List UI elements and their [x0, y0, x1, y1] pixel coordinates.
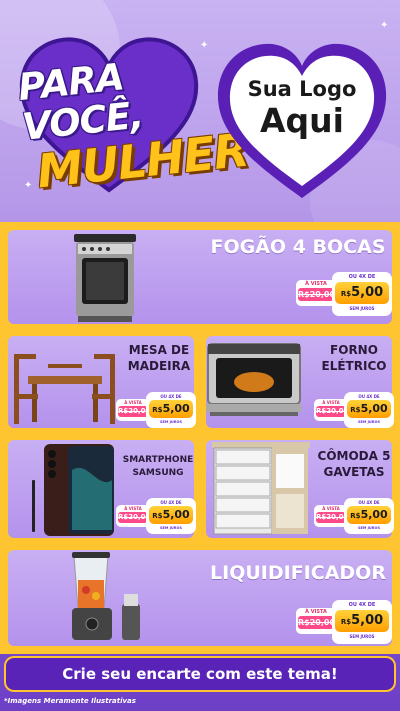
- installment-box: OU 4X DE R$5,00 SEM JUROS: [146, 392, 196, 428]
- product-name: FOGÃO 4 BOCAS: [210, 236, 386, 258]
- old-price: R$20,00: [298, 288, 336, 301]
- flyer-page: PARA VOCÊ, MULHER Sua Logo Aqui ✦ ✦ ✦ FO…: [0, 0, 400, 711]
- dresser-icon: [212, 442, 310, 535]
- no-interest-label: SEM JUROS: [349, 306, 375, 311]
- price-tag: À VISTA R$20,00 OU 4X DE R$5,00 SEM JURO…: [296, 600, 392, 646]
- old-price: R$20,00: [298, 616, 336, 629]
- installment-box: OU 4X DE R$5,00 SEM JUROS: [332, 600, 392, 644]
- stove-icon: [74, 234, 136, 322]
- installments-label: OU 4X DE: [358, 500, 380, 505]
- headline: PARA VOCÊ, MULHER: [16, 48, 251, 198]
- old-price: R$20,00: [118, 512, 151, 523]
- product-name: SMARTPHONE SAMSUNG: [122, 455, 194, 478]
- product-card-oven[interactable]: FORNO ELÉTRICO À VISTA R$20,00 OU 4X DE R…: [202, 332, 396, 432]
- cash-price-box: À VISTA R$20,00: [314, 399, 348, 421]
- installment-price: R$5,00: [149, 400, 193, 418]
- installment-box: OU 4X DE R$5,00 SEM JUROS: [344, 498, 394, 534]
- installment-price: R$5,00: [335, 610, 389, 632]
- no-interest-label: SEM JUROS: [358, 526, 380, 530]
- product-name: FORNO ELÉTRICO: [321, 343, 387, 373]
- cash-label: À VISTA: [305, 281, 327, 287]
- product-card-table[interactable]: MESA DE MADEIRA À VISTA R$20,00 OU 4X DE …: [4, 332, 198, 432]
- cash-price-box: À VISTA R$20,00: [116, 505, 150, 527]
- no-interest-label: SEM JUROS: [160, 526, 182, 530]
- installments-label: OU 4X DE: [358, 394, 380, 399]
- logo-line2: Aqui: [260, 101, 344, 140]
- price-tag: À VISTA R$20,00 OU 4X DE R$5,00 SEM JURO…: [116, 498, 200, 536]
- sparkle-icon: ✦: [200, 40, 209, 51]
- installments-label: OU 4X DE: [160, 500, 182, 505]
- no-interest-label: SEM JUROS: [349, 634, 375, 639]
- installment-box: OU 4X DE R$5,00 SEM JUROS: [332, 272, 392, 316]
- installment-box: OU 4X DE R$5,00 SEM JUROS: [146, 498, 196, 534]
- installment-box: OU 4X DE R$5,00 SEM JUROS: [344, 392, 394, 428]
- price-tag: À VISTA R$20,00 OU 4X DE R$5,00 SEM JURO…: [296, 272, 392, 318]
- sparkle-icon: ✦: [24, 180, 33, 191]
- installment-price: R$5,00: [149, 506, 193, 524]
- installment-price: R$5,00: [347, 506, 391, 524]
- dining-table-icon: [14, 354, 115, 424]
- cash-price-box: À VISTA R$20,00: [296, 608, 336, 634]
- product-card-smartphone[interactable]: SMARTPHONE SAMSUNG À VISTA R$20,00 OU 4X …: [4, 436, 198, 542]
- cta-banner[interactable]: Crie seu encarte com este tema!: [6, 658, 394, 690]
- sparkle-icon: ✦: [380, 20, 389, 31]
- price-tag: À VISTA R$20,00 OU 4X DE R$5,00 SEM JURO…: [314, 498, 398, 536]
- old-price: R$20,00: [118, 406, 151, 417]
- oven-icon: [206, 343, 302, 416]
- product-card-stove[interactable]: FOGÃO 4 BOCAS À VISTA R$20,00 OU 4X DE R…: [4, 226, 396, 328]
- blender-icon: [72, 552, 140, 640]
- old-price: R$20,00: [316, 512, 349, 523]
- no-interest-label: SEM JUROS: [358, 420, 380, 424]
- installments-label: OU 4X DE: [348, 274, 376, 280]
- cash-label: À VISTA: [124, 400, 142, 405]
- product-name: MESA DE MADEIRA: [127, 343, 191, 373]
- cash-label: À VISTA: [322, 506, 340, 511]
- cash-price-box: À VISTA R$20,00: [314, 505, 348, 527]
- cash-label: À VISTA: [305, 609, 327, 615]
- price-tag: À VISTA R$20,00 OU 4X DE R$5,00 SEM JURO…: [116, 392, 200, 430]
- product-card-blender[interactable]: LIQUIDIFICADOR À VISTA R$20,00 OU 4X DE …: [4, 546, 396, 650]
- cash-label: À VISTA: [322, 400, 340, 405]
- logo-line1: Sua Logo: [247, 77, 357, 101]
- cash-price-box: À VISTA R$20,00: [296, 280, 336, 306]
- disclaimer: *Imagens Meramente Ilustrativas: [4, 697, 136, 705]
- old-price: R$20,00: [316, 406, 349, 417]
- smartphone-icon: [32, 444, 114, 536]
- logo-placeholder[interactable]: Sua Logo Aqui: [212, 76, 392, 140]
- no-interest-label: SEM JUROS: [160, 420, 182, 424]
- installments-label: OU 4X DE: [348, 602, 376, 608]
- product-name: LIQUIDIFICADOR: [210, 562, 386, 584]
- header: PARA VOCÊ, MULHER Sua Logo Aqui ✦ ✦ ✦: [0, 0, 400, 260]
- cash-price-box: À VISTA R$20,00: [116, 399, 150, 421]
- product-name: CÔMODA 5 GAVETAS: [317, 449, 391, 479]
- installment-price: R$5,00: [335, 282, 389, 304]
- product-card-dresser[interactable]: CÔMODA 5 GAVETAS À VISTA R$20,00 OU 4X DE…: [202, 436, 396, 542]
- price-tag: À VISTA R$20,00 OU 4X DE R$5,00 SEM JURO…: [314, 392, 398, 430]
- installment-price: R$5,00: [347, 400, 391, 418]
- cash-label: À VISTA: [124, 506, 142, 511]
- installments-label: OU 4X DE: [160, 394, 182, 399]
